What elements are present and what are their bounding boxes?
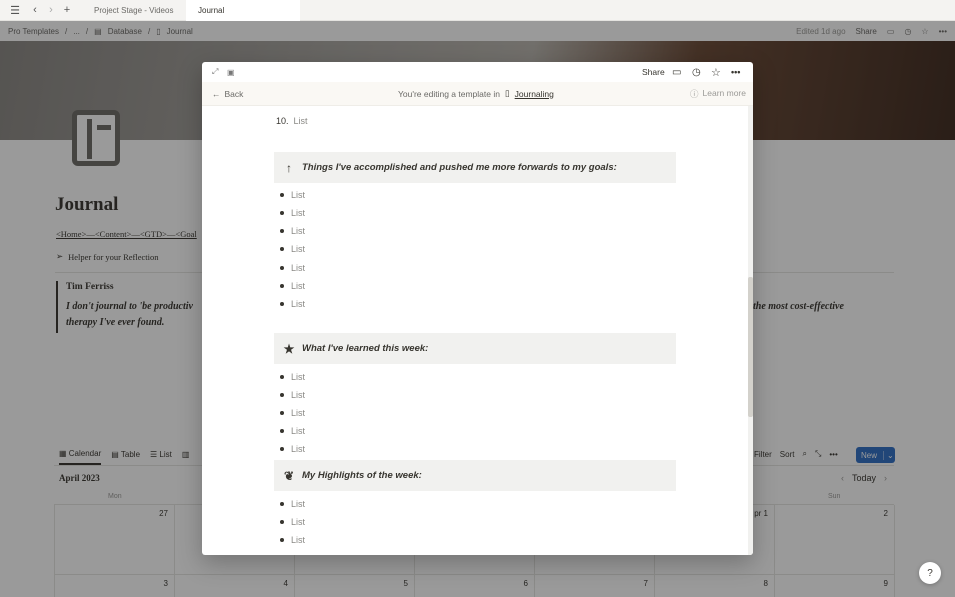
list-item[interactable]: List — [280, 262, 305, 274]
bullet — [280, 447, 284, 451]
rocket-icon: ↑ — [286, 160, 292, 175]
list-item[interactable]: List — [280, 225, 305, 237]
list-item[interactable]: List — [280, 389, 305, 401]
list-item-text: List — [293, 116, 308, 126]
callout-title: What I've learned this week: — [302, 343, 429, 354]
template-banner: ← Back You're editing a template in ▯ Jo… — [202, 82, 753, 106]
list-item[interactable]: List — [280, 243, 305, 255]
list-number: 10. — [276, 116, 289, 126]
new-tab-icon[interactable]: + — [60, 3, 74, 17]
back-button-label: Back — [224, 88, 244, 99]
list-item[interactable]: List — [280, 407, 305, 419]
bullet — [280, 520, 284, 524]
list-item[interactable]: List — [280, 207, 305, 219]
butterfly-icon: ❦ — [283, 468, 295, 483]
learn-more-label: Learn more — [702, 87, 746, 98]
list-item[interactable]: List — [280, 516, 305, 528]
comment-icon[interactable]: ▭ — [672, 67, 681, 78]
learn-more-link[interactable]: ⓘ Learn more — [690, 88, 746, 100]
list-item[interactable]: List — [280, 443, 305, 455]
forward-arrow-icon[interactable]: › — [44, 3, 58, 17]
template-db-link[interactable]: Journaling — [515, 89, 554, 99]
share-button[interactable]: Share — [642, 67, 665, 77]
bullet — [280, 266, 284, 270]
bullet — [280, 538, 284, 542]
star-icon: ★ — [283, 341, 295, 356]
browser-tab-bar: ☰ ‹ › + Project Stage - Videos Journal — [0, 0, 955, 21]
bullet — [280, 211, 284, 215]
back-button[interactable]: ← Back — [212, 89, 243, 99]
star-icon[interactable]: ☆ — [711, 66, 721, 79]
bullet — [280, 302, 284, 306]
list-item[interactable]: List — [280, 498, 305, 510]
bullet — [280, 193, 284, 197]
list-item[interactable]: List — [280, 371, 305, 383]
bullet — [280, 502, 284, 506]
callout-highlights[interactable]: ❦ My Highlights of the week: — [274, 460, 676, 491]
editing-notice: You're editing a template in ▯ Journalin… — [398, 88, 554, 99]
modal-topbar: ⤢ ▣ Share ▭ ◷ ☆ ••• — [202, 62, 753, 82]
scrollbar-thumb[interactable] — [748, 277, 753, 417]
clock-icon[interactable]: ◷ — [692, 67, 701, 78]
template-editor-modal: ⤢ ▣ Share ▭ ◷ ☆ ••• ← Back You're editin… — [202, 62, 753, 555]
expand-icon[interactable]: ⤢ — [212, 67, 218, 77]
bullet — [280, 375, 284, 379]
bullet — [280, 393, 284, 397]
arrow-left-icon: ← — [212, 88, 221, 99]
tab-journal[interactable]: Journal — [186, 0, 300, 21]
peek-mode-icon[interactable]: ▣ — [227, 68, 235, 77]
page-icon: ▯ — [504, 88, 510, 98]
callout-title: Things I've accomplished and pushed me m… — [302, 162, 617, 173]
numbered-list-item[interactable]: 10. List — [276, 116, 308, 126]
tab-project-stage[interactable]: Project Stage - Videos — [82, 0, 186, 21]
callout-learned[interactable]: ★ What I've learned this week: — [274, 333, 676, 364]
bullet — [280, 247, 284, 251]
list-item[interactable]: List — [280, 534, 305, 546]
editing-notice-text: You're editing a template in — [398, 88, 500, 99]
bullet — [280, 229, 284, 233]
bullet — [280, 411, 284, 415]
list-item[interactable]: List — [280, 298, 305, 310]
info-icon: ⓘ — [690, 88, 699, 99]
bullet — [280, 429, 284, 433]
more-icon[interactable]: ••• — [731, 67, 740, 77]
back-arrow-icon[interactable]: ‹ — [28, 3, 42, 17]
callout-title: My Highlights of the week: — [302, 470, 422, 481]
help-button[interactable]: ? — [919, 562, 941, 584]
callout-accomplished[interactable]: ↑ Things I've accomplished and pushed me… — [274, 152, 676, 183]
menu-icon[interactable]: ☰ — [8, 3, 22, 17]
bullet — [280, 284, 284, 288]
list-item[interactable]: List — [280, 189, 305, 201]
list-item[interactable]: List — [280, 280, 305, 292]
list-item[interactable]: List — [280, 425, 305, 437]
